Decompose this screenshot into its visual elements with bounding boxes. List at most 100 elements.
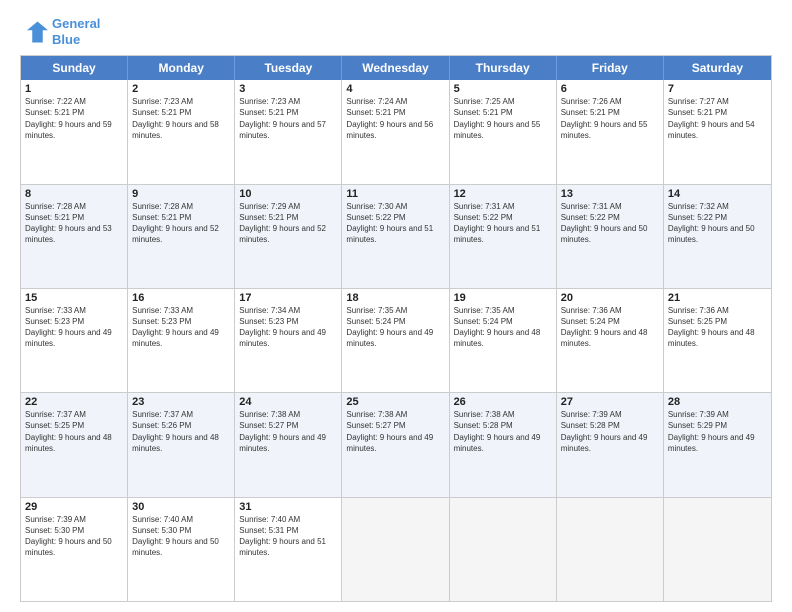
day-cell-31: 31 Sunrise: 7:40 AM Sunset: 5:31 PM Dayl… — [235, 498, 342, 601]
day-number: 12 — [454, 188, 552, 200]
day-info: Sunrise: 7:40 AM Sunset: 5:30 PM Dayligh… — [132, 514, 230, 559]
day-number: 17 — [239, 292, 337, 304]
day-number: 5 — [454, 83, 552, 95]
day-cell-20: 20 Sunrise: 7:36 AM Sunset: 5:24 PM Dayl… — [557, 289, 664, 392]
day-cell-19: 19 Sunrise: 7:35 AM Sunset: 5:24 PM Dayl… — [450, 289, 557, 392]
day-info: Sunrise: 7:33 AM Sunset: 5:23 PM Dayligh… — [25, 305, 123, 350]
day-number: 14 — [668, 188, 767, 200]
day-number: 20 — [561, 292, 659, 304]
day-number: 24 — [239, 396, 337, 408]
page: General Blue SundayMondayTuesdayWednesda… — [0, 0, 792, 612]
week-row-4: 22 Sunrise: 7:37 AM Sunset: 5:25 PM Dayl… — [21, 393, 771, 497]
day-cell-1: 1 Sunrise: 7:22 AM Sunset: 5:21 PM Dayli… — [21, 80, 128, 183]
day-info: Sunrise: 7:37 AM Sunset: 5:26 PM Dayligh… — [132, 409, 230, 454]
day-info: Sunrise: 7:39 AM Sunset: 5:28 PM Dayligh… — [561, 409, 659, 454]
day-cell-23: 23 Sunrise: 7:37 AM Sunset: 5:26 PM Dayl… — [128, 393, 235, 496]
day-info: Sunrise: 7:38 AM Sunset: 5:27 PM Dayligh… — [346, 409, 444, 454]
day-cell-24: 24 Sunrise: 7:38 AM Sunset: 5:27 PM Dayl… — [235, 393, 342, 496]
day-number: 27 — [561, 396, 659, 408]
day-cell-10: 10 Sunrise: 7:29 AM Sunset: 5:21 PM Dayl… — [235, 185, 342, 288]
day-number: 29 — [25, 501, 123, 513]
day-info: Sunrise: 7:28 AM Sunset: 5:21 PM Dayligh… — [132, 201, 230, 246]
day-number: 26 — [454, 396, 552, 408]
day-number: 25 — [346, 396, 444, 408]
day-info: Sunrise: 7:24 AM Sunset: 5:21 PM Dayligh… — [346, 96, 444, 141]
day-cell-6: 6 Sunrise: 7:26 AM Sunset: 5:21 PM Dayli… — [557, 80, 664, 183]
day-info: Sunrise: 7:32 AM Sunset: 5:22 PM Dayligh… — [668, 201, 767, 246]
day-cell-7: 7 Sunrise: 7:27 AM Sunset: 5:21 PM Dayli… — [664, 80, 771, 183]
header-day-thursday: Thursday — [450, 56, 557, 80]
day-info: Sunrise: 7:26 AM Sunset: 5:21 PM Dayligh… — [561, 96, 659, 141]
empty-cell — [342, 498, 449, 601]
day-cell-2: 2 Sunrise: 7:23 AM Sunset: 5:21 PM Dayli… — [128, 80, 235, 183]
day-number: 22 — [25, 396, 123, 408]
day-number: 9 — [132, 188, 230, 200]
calendar-header: SundayMondayTuesdayWednesdayThursdayFrid… — [21, 56, 771, 80]
week-row-3: 15 Sunrise: 7:33 AM Sunset: 5:23 PM Dayl… — [21, 289, 771, 393]
day-number: 11 — [346, 188, 444, 200]
day-info: Sunrise: 7:29 AM Sunset: 5:21 PM Dayligh… — [239, 201, 337, 246]
day-cell-21: 21 Sunrise: 7:36 AM Sunset: 5:25 PM Dayl… — [664, 289, 771, 392]
header-day-friday: Friday — [557, 56, 664, 80]
day-info: Sunrise: 7:31 AM Sunset: 5:22 PM Dayligh… — [561, 201, 659, 246]
day-info: Sunrise: 7:27 AM Sunset: 5:21 PM Dayligh… — [668, 96, 767, 141]
header-day-wednesday: Wednesday — [342, 56, 449, 80]
day-cell-30: 30 Sunrise: 7:40 AM Sunset: 5:30 PM Dayl… — [128, 498, 235, 601]
day-number: 28 — [668, 396, 767, 408]
day-info: Sunrise: 7:23 AM Sunset: 5:21 PM Dayligh… — [239, 96, 337, 141]
logo: General Blue — [20, 16, 100, 47]
day-number: 15 — [25, 292, 123, 304]
day-number: 1 — [25, 83, 123, 95]
week-row-1: 1 Sunrise: 7:22 AM Sunset: 5:21 PM Dayli… — [21, 80, 771, 184]
header-day-tuesday: Tuesday — [235, 56, 342, 80]
header-day-saturday: Saturday — [664, 56, 771, 80]
day-info: Sunrise: 7:38 AM Sunset: 5:27 PM Dayligh… — [239, 409, 337, 454]
header-day-sunday: Sunday — [21, 56, 128, 80]
day-number: 8 — [25, 188, 123, 200]
day-info: Sunrise: 7:39 AM Sunset: 5:29 PM Dayligh… — [668, 409, 767, 454]
day-info: Sunrise: 7:22 AM Sunset: 5:21 PM Dayligh… — [25, 96, 123, 141]
day-cell-14: 14 Sunrise: 7:32 AM Sunset: 5:22 PM Dayl… — [664, 185, 771, 288]
day-info: Sunrise: 7:38 AM Sunset: 5:28 PM Dayligh… — [454, 409, 552, 454]
day-info: Sunrise: 7:30 AM Sunset: 5:22 PM Dayligh… — [346, 201, 444, 246]
calendar-body: 1 Sunrise: 7:22 AM Sunset: 5:21 PM Dayli… — [21, 80, 771, 601]
day-number: 3 — [239, 83, 337, 95]
day-cell-27: 27 Sunrise: 7:39 AM Sunset: 5:28 PM Dayl… — [557, 393, 664, 496]
header-day-monday: Monday — [128, 56, 235, 80]
day-cell-4: 4 Sunrise: 7:24 AM Sunset: 5:21 PM Dayli… — [342, 80, 449, 183]
day-cell-3: 3 Sunrise: 7:23 AM Sunset: 5:21 PM Dayli… — [235, 80, 342, 183]
day-info: Sunrise: 7:23 AM Sunset: 5:21 PM Dayligh… — [132, 96, 230, 141]
day-cell-9: 9 Sunrise: 7:28 AM Sunset: 5:21 PM Dayli… — [128, 185, 235, 288]
day-cell-22: 22 Sunrise: 7:37 AM Sunset: 5:25 PM Dayl… — [21, 393, 128, 496]
day-info: Sunrise: 7:25 AM Sunset: 5:21 PM Dayligh… — [454, 96, 552, 141]
day-number: 10 — [239, 188, 337, 200]
day-number: 4 — [346, 83, 444, 95]
day-info: Sunrise: 7:40 AM Sunset: 5:31 PM Dayligh… — [239, 514, 337, 559]
day-cell-5: 5 Sunrise: 7:25 AM Sunset: 5:21 PM Dayli… — [450, 80, 557, 183]
day-number: 13 — [561, 188, 659, 200]
day-cell-13: 13 Sunrise: 7:31 AM Sunset: 5:22 PM Dayl… — [557, 185, 664, 288]
day-cell-26: 26 Sunrise: 7:38 AM Sunset: 5:28 PM Dayl… — [450, 393, 557, 496]
day-number: 31 — [239, 501, 337, 513]
day-info: Sunrise: 7:36 AM Sunset: 5:25 PM Dayligh… — [668, 305, 767, 350]
day-number: 2 — [132, 83, 230, 95]
empty-cell — [664, 498, 771, 601]
day-number: 7 — [668, 83, 767, 95]
day-info: Sunrise: 7:31 AM Sunset: 5:22 PM Dayligh… — [454, 201, 552, 246]
day-info: Sunrise: 7:39 AM Sunset: 5:30 PM Dayligh… — [25, 514, 123, 559]
day-cell-17: 17 Sunrise: 7:34 AM Sunset: 5:23 PM Dayl… — [235, 289, 342, 392]
day-info: Sunrise: 7:28 AM Sunset: 5:21 PM Dayligh… — [25, 201, 123, 246]
logo-text: General Blue — [52, 16, 100, 47]
logo-icon — [20, 18, 48, 46]
day-number: 30 — [132, 501, 230, 513]
day-number: 6 — [561, 83, 659, 95]
week-row-5: 29 Sunrise: 7:39 AM Sunset: 5:30 PM Dayl… — [21, 498, 771, 601]
day-info: Sunrise: 7:36 AM Sunset: 5:24 PM Dayligh… — [561, 305, 659, 350]
day-cell-8: 8 Sunrise: 7:28 AM Sunset: 5:21 PM Dayli… — [21, 185, 128, 288]
day-cell-15: 15 Sunrise: 7:33 AM Sunset: 5:23 PM Dayl… — [21, 289, 128, 392]
week-row-2: 8 Sunrise: 7:28 AM Sunset: 5:21 PM Dayli… — [21, 185, 771, 289]
header: General Blue — [20, 16, 772, 47]
calendar: SundayMondayTuesdayWednesdayThursdayFrid… — [20, 55, 772, 602]
day-cell-18: 18 Sunrise: 7:35 AM Sunset: 5:24 PM Dayl… — [342, 289, 449, 392]
empty-cell — [450, 498, 557, 601]
